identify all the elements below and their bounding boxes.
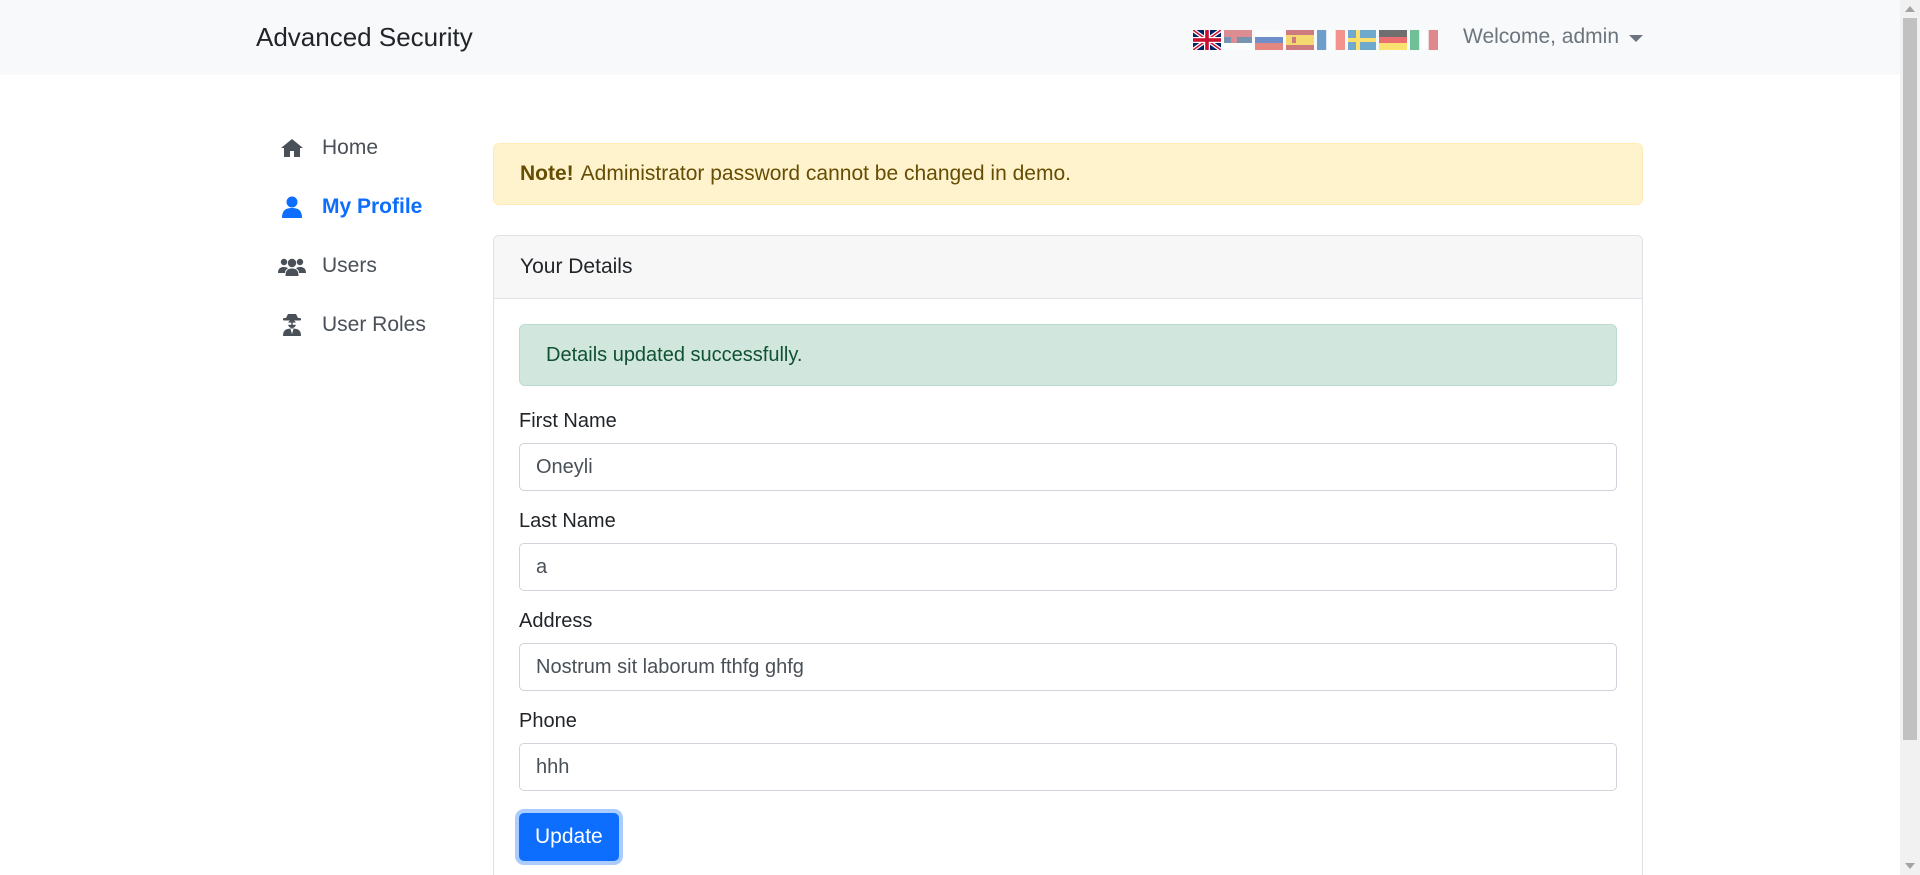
flag-sweden-icon[interactable]: [1348, 30, 1376, 50]
demo-notice-alert: Note! Administrator password cannot be c…: [493, 143, 1643, 205]
last-name-group: Last Name: [519, 510, 1617, 591]
caret-down-icon: [1629, 34, 1644, 42]
home-icon: [278, 136, 306, 160]
sidebar-item-users[interactable]: Users: [278, 236, 426, 295]
phone-label: Phone: [519, 710, 577, 732]
address-label: Address: [519, 610, 593, 632]
address-group: Address: [519, 610, 1617, 691]
sidebar-item-label: User Roles: [322, 312, 426, 336]
sidebar-item-label: Users: [322, 253, 377, 277]
flag-france-icon[interactable]: [1317, 30, 1345, 50]
top-navbar: Advanced Security Welcome, admin: [0, 0, 1900, 75]
update-button[interactable]: Update: [519, 813, 619, 861]
user-icon: [278, 195, 306, 219]
notice-text: Administrator password cannot be changed…: [580, 162, 1071, 185]
details-form: Details updated successfully. First Name…: [494, 299, 1642, 875]
sidebar-item-label: My Profile: [322, 194, 423, 218]
brand-title[interactable]: Advanced Security: [256, 22, 473, 53]
success-alert: Details updated successfully.: [519, 324, 1617, 386]
language-switcher: [1193, 30, 1438, 50]
details-card: Your Details Details updated successfull…: [493, 235, 1643, 875]
flag-serbia-icon[interactable]: [1224, 30, 1252, 50]
first-name-group: First Name: [519, 410, 1617, 491]
phone-group: Phone: [519, 710, 1617, 791]
scroll-down-arrow-icon[interactable]: [1905, 863, 1915, 869]
last-name-field[interactable]: [519, 543, 1617, 591]
notice-strong: Note!: [520, 162, 574, 185]
user-dropdown-toggle[interactable]: Welcome, admin: [1463, 25, 1644, 49]
welcome-text: Welcome, admin: [1463, 25, 1620, 48]
users-icon: [278, 254, 306, 278]
first-name-field[interactable]: [519, 443, 1617, 491]
user-secret-icon: [278, 313, 306, 337]
sidebar-item-label: Home: [322, 135, 379, 159]
flag-spain-icon[interactable]: [1286, 30, 1314, 50]
flag-russia-icon[interactable]: [1255, 30, 1283, 50]
scrollbar-thumb[interactable]: [1903, 18, 1917, 740]
scroll-up-arrow-icon[interactable]: [1905, 6, 1915, 12]
sidebar-item-my-profile[interactable]: My Profile: [278, 177, 426, 236]
flag-uk-icon[interactable]: [1193, 30, 1221, 50]
sidebar-nav: Home My Profile Users User Roles: [278, 118, 426, 354]
flag-italy-icon[interactable]: [1410, 30, 1438, 50]
sidebar-item-user-roles[interactable]: User Roles: [278, 295, 426, 354]
page-scrollbar[interactable]: [1900, 0, 1920, 875]
phone-field[interactable]: [519, 743, 1617, 791]
card-title: Your Details: [494, 236, 1642, 299]
address-field[interactable]: [519, 643, 1617, 691]
last-name-label: Last Name: [519, 510, 616, 532]
first-name-label: First Name: [519, 410, 617, 432]
sidebar-item-home[interactable]: Home: [278, 118, 426, 177]
flag-germany-icon[interactable]: [1379, 30, 1407, 50]
